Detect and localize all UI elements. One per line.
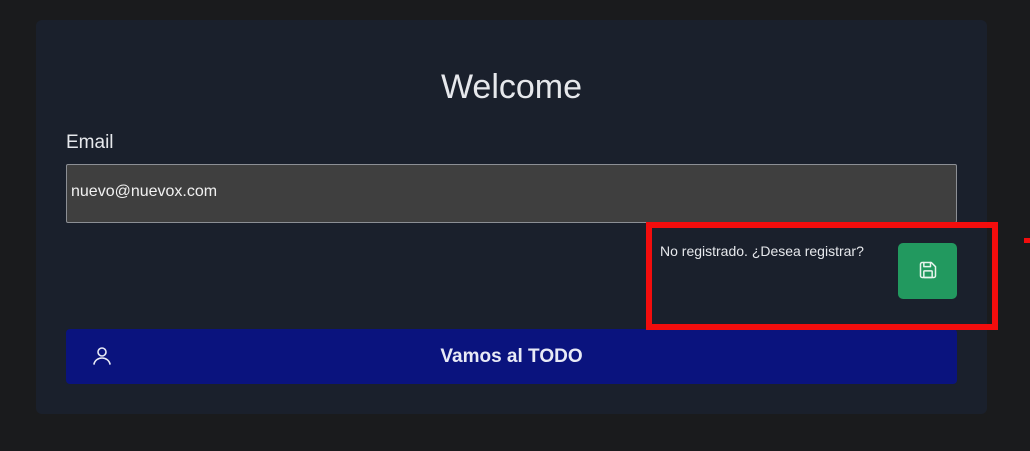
save-icon [918,260,938,283]
register-prompt: No registrado. ¿Desea registrar? [660,243,864,259]
page-title: Welcome [440,68,583,106]
email-label: Email [66,132,114,153]
go-button-label: Vamos al TODO [440,346,583,367]
annotation-marker [1024,238,1030,243]
go-to-todo-button[interactable]: Vamos al TODO [66,329,957,384]
login-card: Welcome Email No registrado. ¿Desea regi… [36,20,987,414]
register-button[interactable] [898,243,957,299]
email-field[interactable] [66,164,957,223]
